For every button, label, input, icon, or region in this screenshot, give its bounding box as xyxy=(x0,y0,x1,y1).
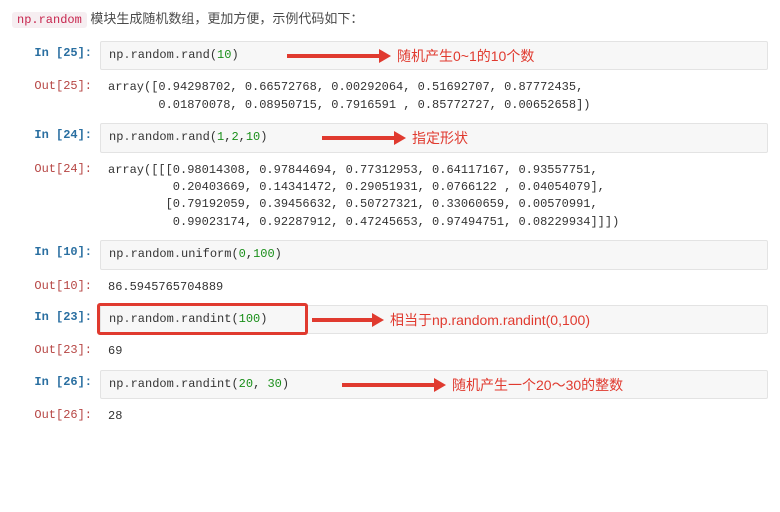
code-output: 86.5945765704889 xyxy=(100,274,768,301)
input-cell: In [26]:np.random.randint(20, 30)随机产生一个2… xyxy=(12,370,768,399)
out-prompt: Out[10]: xyxy=(12,274,100,293)
out-prompt: Out[24]: xyxy=(12,157,100,176)
output-cell: Out[10]:86.5945765704889 xyxy=(12,274,768,301)
input-cell: In [23]:np.random.randint(100)相当于np.rand… xyxy=(12,305,768,334)
output-cell: Out[25]:array([0.94298702, 0.66572768, 0… xyxy=(12,74,768,119)
intro-rest: 模块生成随机数组，更加方便，示例代码如下： xyxy=(87,11,364,26)
input-cell: In [24]:np.random.rand(1,2,10)指定形状 xyxy=(12,123,768,152)
input-cell: In [25]:np.random.rand(10)随机产生0~1的10个数 xyxy=(12,41,768,70)
output-cell: Out[26]:28 xyxy=(12,403,768,430)
in-prompt: In [25]: xyxy=(12,41,100,60)
output-cell: Out[23]:69 xyxy=(12,338,768,365)
output-cell: Out[24]:array([[[0.98014308, 0.97844694,… xyxy=(12,157,768,237)
code-output: array([0.94298702, 0.66572768, 0.0029206… xyxy=(100,74,768,119)
intro-text: np.random 模块生成随机数组，更加方便，示例代码如下： xyxy=(12,8,768,27)
code-input[interactable]: np.random.randint(20, 30) xyxy=(100,370,768,399)
out-prompt: Out[26]: xyxy=(12,403,100,422)
in-prompt: In [10]: xyxy=(12,240,100,259)
out-prompt: Out[25]: xyxy=(12,74,100,93)
out-prompt: Out[23]: xyxy=(12,338,100,357)
in-prompt: In [24]: xyxy=(12,123,100,142)
code-output: array([[[0.98014308, 0.97844694, 0.77312… xyxy=(100,157,768,237)
input-cell: In [10]:np.random.uniform(0,100) xyxy=(12,240,768,269)
code-input[interactable]: np.random.randint(100) xyxy=(100,305,768,334)
code-input[interactable]: np.random.uniform(0,100) xyxy=(100,240,768,269)
in-prompt: In [26]: xyxy=(12,370,100,389)
code-output: 69 xyxy=(100,338,768,365)
code-input[interactable]: np.random.rand(1,2,10) xyxy=(100,123,768,152)
code-output: 28 xyxy=(100,403,768,430)
in-prompt: In [23]: xyxy=(12,305,100,324)
intro-code: np.random xyxy=(12,12,87,28)
code-input[interactable]: np.random.rand(10) xyxy=(100,41,768,70)
